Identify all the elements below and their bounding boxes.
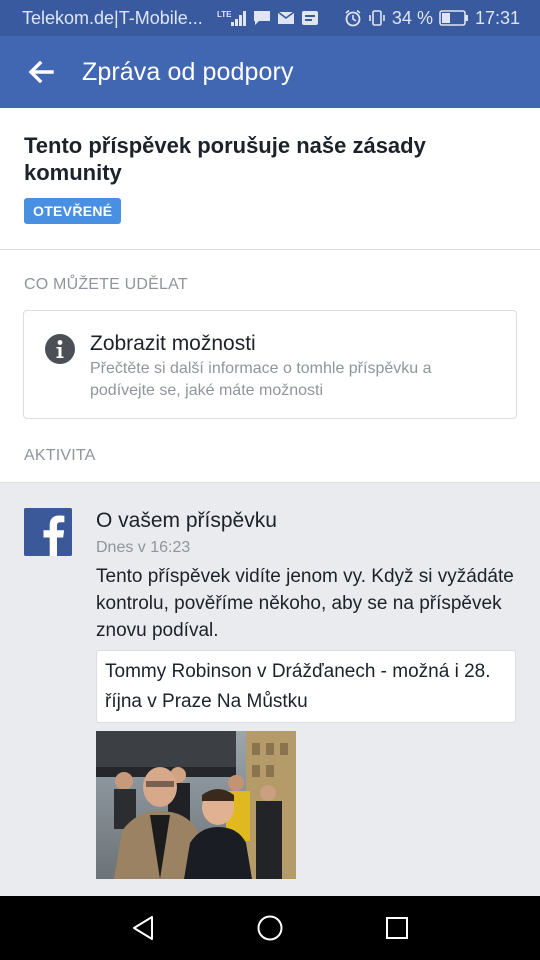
carrier-name: Telekom.de|T-Mobile... bbox=[22, 7, 203, 28]
arrow-left-icon bbox=[28, 61, 54, 83]
signal-icon: LTE bbox=[217, 9, 247, 27]
activity-feed: O vašem příspěvku Dnes v 16:23 Tento pří… bbox=[0, 482, 540, 896]
status-bar-right: 34 % 17:31 bbox=[344, 8, 520, 29]
notification-icons: LTE bbox=[217, 9, 319, 27]
nav-recents-button[interactable] bbox=[377, 908, 417, 948]
vibrate-icon bbox=[368, 9, 386, 27]
recents-square-icon bbox=[385, 917, 408, 939]
clock: 17:31 bbox=[474, 7, 520, 28]
activity-title: O vašem příspěvku bbox=[96, 509, 277, 532]
nav-home-button[interactable] bbox=[250, 908, 290, 948]
activity-timestamp: Dnes v 16:23 bbox=[96, 539, 191, 556]
battery-icon bbox=[439, 10, 469, 26]
quoted-post[interactable]: Tommy Robinson v Drážďanech - možná i 28… bbox=[96, 650, 516, 723]
app-notification-icon bbox=[301, 10, 319, 26]
app-bar: Zpráva od podpory bbox=[0, 36, 540, 108]
mail-icon bbox=[277, 11, 295, 25]
activity-item: O vašem příspěvku Dnes v 16:23 Tento pří… bbox=[96, 508, 516, 644]
back-button[interactable] bbox=[0, 36, 82, 108]
info-icon bbox=[45, 334, 75, 364]
report-title: Tento příspěvek porušuje naše zásady kom… bbox=[24, 133, 426, 185]
options-text: Zobrazit možnosti Přečtěte si další info… bbox=[90, 331, 500, 418]
options-title: Zobrazit možnosti bbox=[90, 332, 256, 355]
svg-text:LTE: LTE bbox=[217, 10, 232, 19]
report-header: Tento příspěvek porušuje naše zásady kom… bbox=[0, 108, 540, 250]
home-circle-icon bbox=[257, 915, 283, 941]
status-badge: OTEVŘENÉ bbox=[24, 198, 122, 224]
post-photo[interactable] bbox=[96, 731, 296, 879]
actions-section-label: CO MŮŽETE UDĚLAT bbox=[24, 276, 188, 293]
nav-back-button[interactable] bbox=[123, 908, 163, 948]
page-title: Zpráva od podpory bbox=[82, 57, 294, 86]
message-icon bbox=[253, 10, 271, 26]
alarm-icon bbox=[344, 9, 362, 27]
system-navigation-bar bbox=[0, 896, 540, 960]
options-description: Přečtěte si další informace o tomhle pří… bbox=[90, 360, 432, 399]
battery-percentage: 34 % bbox=[391, 7, 433, 28]
facebook-logo-icon bbox=[24, 508, 72, 556]
activity-message: Tento příspěvek vidíte jenom vy. Když si… bbox=[96, 566, 514, 641]
status-bar: Telekom.de|T-Mobile... LTE 34 % 17:31 bbox=[0, 0, 540, 36]
status-bar-left: Telekom.de|T-Mobile... LTE bbox=[22, 8, 319, 29]
view-options-card[interactable]: Zobrazit možnosti Přečtěte si další info… bbox=[23, 310, 517, 419]
activity-section-label: AKTIVITA bbox=[24, 447, 96, 464]
back-triangle-icon bbox=[133, 916, 154, 940]
